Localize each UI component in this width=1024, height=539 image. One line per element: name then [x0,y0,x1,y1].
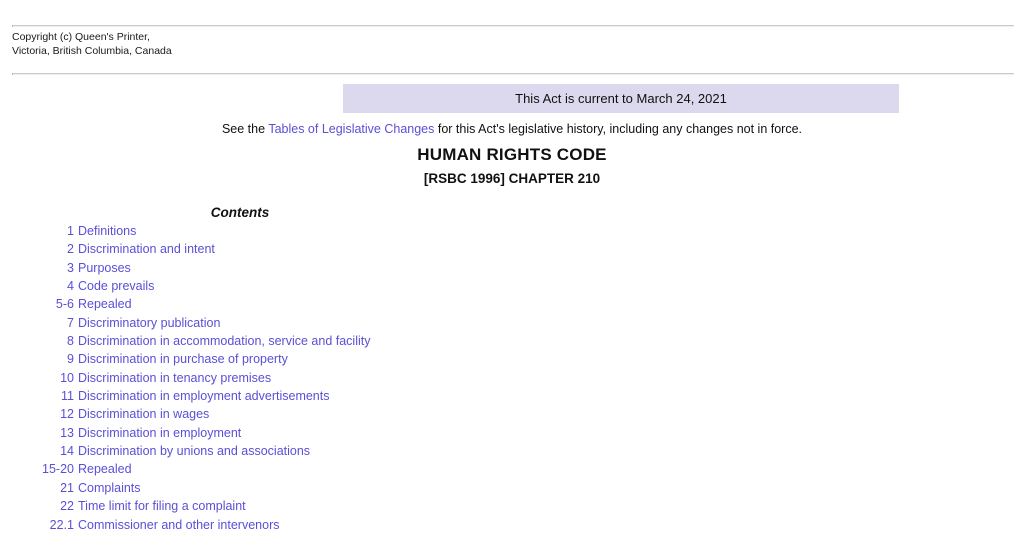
toc-section-number: 14 [60,444,74,459]
toc-section-link[interactable]: Time limit for filing a complaint [78,499,246,513]
toc-row: 5-6 Repealed [0,297,1024,315]
toc-row: 11 Discrimination in employment advertise… [0,389,1024,407]
toc-section-link[interactable]: Discrimination in accommodation, service… [78,334,370,348]
toc-section-number: 22 [60,499,74,514]
toc-section-link[interactable]: Commissioner and other intervenors [78,518,279,532]
toc-section-link[interactable]: Discriminatory publication [78,316,220,330]
toc-section-number: 8 [67,334,74,349]
copyright-notice: Copyright (c) Queen's Printer, Victoria,… [12,31,172,57]
toc-section-link[interactable]: Discrimination in employment advertiseme… [78,389,329,403]
act-currency-banner: This Act is current to March 24, 2021 [343,84,899,113]
toc-section-number: 2 [67,242,74,257]
legislative-changes-prefix: See the [221,122,269,136]
toc-section-number: 3 [67,260,74,275]
toc-section-link[interactable]: Discrimination by unions and association… [78,444,310,458]
toc-row: 4 Code prevails [0,279,1024,297]
toc-section-number: 1 [67,224,74,238]
toc-section-number: 12 [60,407,74,422]
header-divider-top [12,25,1014,27]
toc-section-link[interactable]: Complaints [78,481,141,495]
toc-row: 22 Time limit for filing a complaint [0,499,1024,517]
toc-section-number: 13 [60,425,74,440]
toc-row: 13 Discrimination in employment [0,426,1024,444]
toc-row: 12 Discrimination in wages [0,407,1024,425]
contents-heading: Contents [210,205,270,220]
toc-row: 8 Discrimination in accommodation, servic… [0,334,1024,352]
toc-row: 15-20 Repealed [0,462,1024,480]
toc-section-link[interactable]: Repealed [78,462,132,476]
toc-section-link[interactable]: Definitions [78,224,136,238]
toc-section-number: 7 [67,315,74,330]
toc-section-number: 5-6 [55,297,74,312]
toc-section-number: 15-20 [42,462,74,477]
toc-section-link[interactable]: Discrimination in purchase of property [78,352,288,366]
header-divider-bottom [12,73,1014,75]
toc-section-number: 9 [67,352,74,367]
toc-row: 10 Discrimination in tenancy premises [0,371,1024,389]
toc-row: 1 Definitions [0,224,1024,242]
toc-section-link[interactable]: Discrimination in tenancy premises [78,371,271,385]
toc-row: 9 Discrimination in purchase of property [0,352,1024,370]
toc-section-number: 4 [67,279,74,294]
toc-row: 22.1 Commissioner and other intervenors [0,518,1024,536]
toc-section-number: 11 [61,389,74,404]
toc-row: 2 Discrimination and intent [0,242,1024,260]
toc-section-link[interactable]: Code prevails [78,279,154,293]
tables-of-legislative-changes-link[interactable]: Tables of Legislative Changes [268,122,434,136]
toc-section-link[interactable]: Discrimination and intent [78,242,215,256]
toc-row: 7 Discriminatory publication [0,316,1024,334]
act-currency-text: This Act is current to March 24, 2021 [515,91,727,106]
legislative-changes-line: See the Tables of Legislative Changes fo… [0,122,1024,136]
toc-section-number: 21 [60,480,74,495]
legislative-changes-suffix: for this Act's legislative history, incl… [434,122,803,136]
act-chapter: [RSBC 1996] CHAPTER 210 [423,171,601,186]
toc-row: 21 Complaints [0,481,1024,499]
toc-section-link[interactable]: Discrimination in employment [78,426,241,440]
document-page: Copyright (c) Queen's Printer, Victoria,… [0,0,1024,539]
toc-row: 3 Purposes [0,261,1024,279]
toc-section-link[interactable]: Discrimination in wages [78,407,209,421]
toc-section-link[interactable]: Purposes [78,261,131,275]
toc-section-number: 22.1 [49,517,74,532]
toc-row: 14 Discrimination by unions and associati… [0,444,1024,462]
table-of-contents: 1 Definitions 2 Discrimination and intent 3 P… [0,224,1024,536]
toc-section-number: 10 [60,370,74,385]
act-title: HUMAN RIGHTS CODE [417,145,607,164]
toc-section-link[interactable]: Repealed [78,297,132,311]
